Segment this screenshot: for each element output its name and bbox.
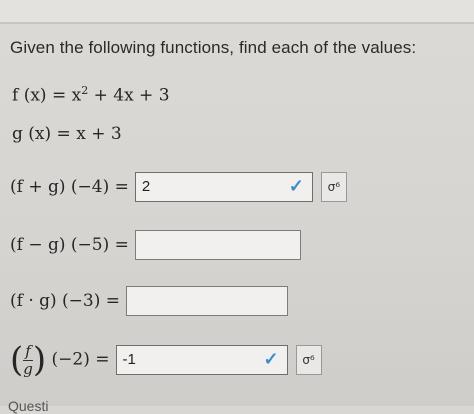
f-rhs-base: x (71, 85, 82, 106)
item-label-rest: (−2) = (51, 349, 110, 370)
item-f-plus-g: (f + g) (−4) = 2 ✓ σ⁶ (10, 172, 347, 202)
item-f-times-g: (f · g) (−3) = (10, 286, 289, 316)
answer-input[interactable] (134, 230, 301, 260)
answer-input[interactable]: -1 ✓ (115, 345, 288, 375)
item-label: (f g) (−2) = (10, 340, 110, 380)
g-rhs: x + 3 (76, 124, 122, 144)
g-lhs: g (x) = (12, 124, 71, 144)
item-label: (f − g) (−5) = (10, 235, 129, 255)
answer-value: -1 (122, 351, 136, 368)
fraction: fg (23, 343, 33, 377)
worksheet-page: Given the following functions, find each… (0, 0, 474, 414)
answer-value: 2 (141, 178, 151, 195)
item-label: (f · g) (−3) = (10, 291, 121, 311)
top-toolbar-strip (0, 0, 474, 24)
check-icon: ✓ (263, 349, 279, 369)
f-lhs: f (x) = (12, 85, 67, 106)
fraction-numerator: f (23, 342, 33, 361)
answer-input[interactable] (126, 286, 289, 316)
f-rhs-rest: + 4x + 3 (88, 85, 170, 106)
key-icon[interactable]: σ⁶ (295, 345, 322, 375)
footer-partial-text: Questi (8, 398, 49, 414)
function-f-definition: f (x) = x2 + 4x + 3 (12, 84, 170, 106)
question-prompt: Given the following functions, find each… (10, 38, 417, 57)
answer-input[interactable]: 2 ✓ (134, 172, 313, 202)
check-icon: ✓ (288, 176, 304, 196)
key-icon[interactable]: σ⁶ (320, 172, 347, 202)
fraction-denominator: g (23, 359, 33, 378)
item-f-over-g: (f g) (−2) = -1 ✓ σ⁶ (10, 340, 322, 380)
function-g-definition: g (x) = x + 3 (12, 124, 122, 144)
item-f-minus-g: (f − g) (−5) = (10, 230, 301, 260)
item-label: (f + g) (−4) = (10, 177, 129, 197)
